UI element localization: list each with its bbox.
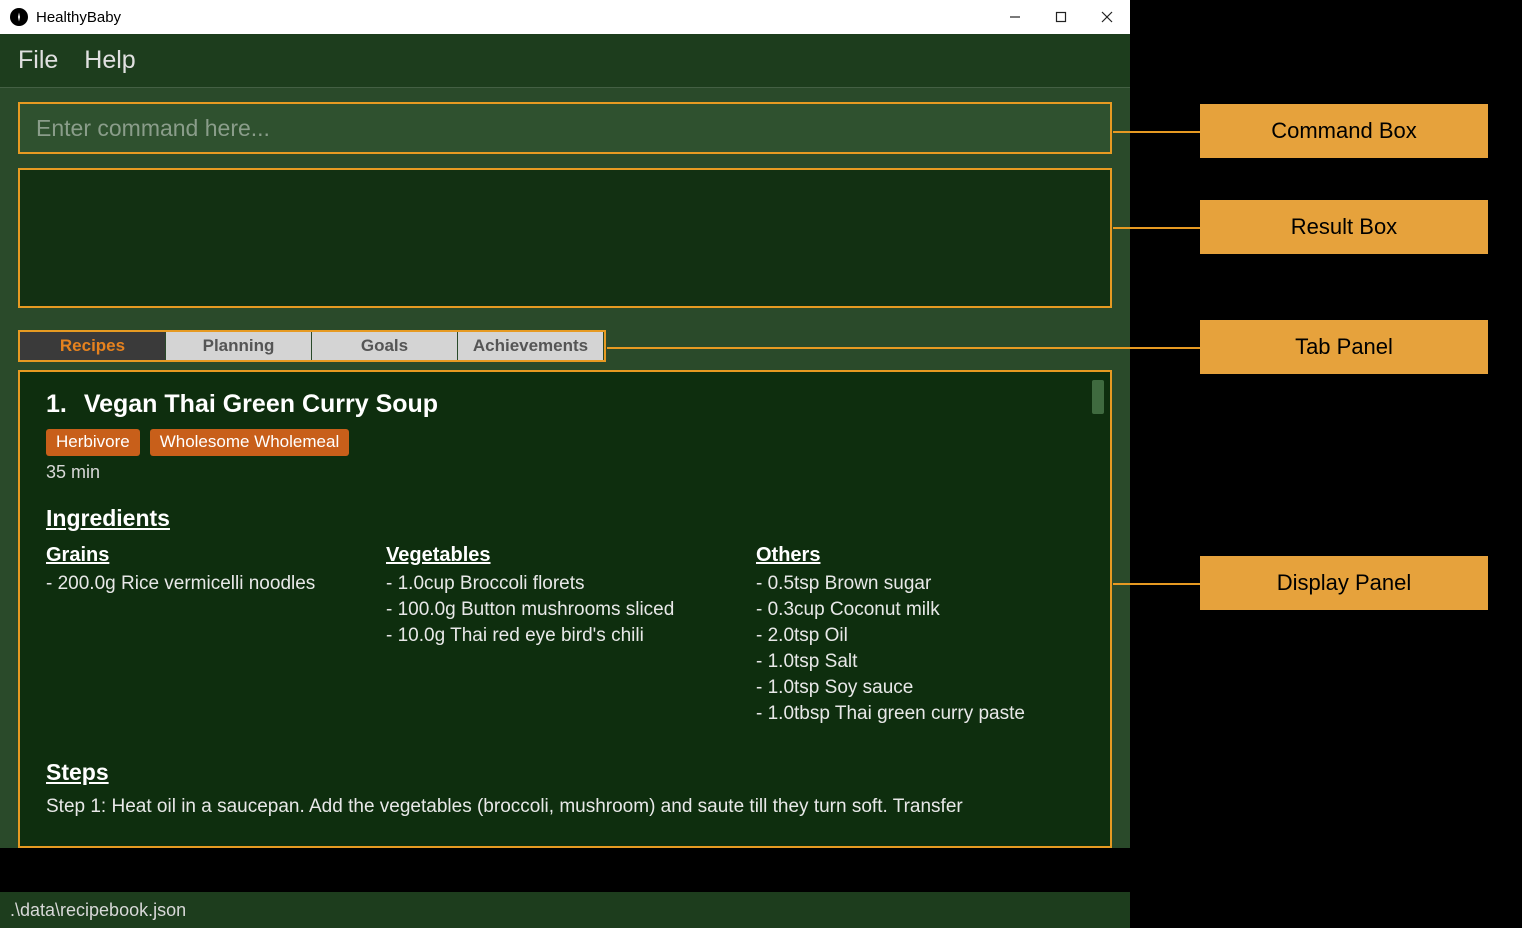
maximize-button[interactable] bbox=[1038, 0, 1084, 34]
vegetables-column: Vegetables - 1.0cup Broccoli florets - 1… bbox=[386, 544, 756, 729]
annotation-line bbox=[1113, 227, 1200, 229]
titlebar: HealthyBaby bbox=[0, 0, 1130, 34]
list-item: - 1.0cup Broccoli florets bbox=[386, 573, 756, 595]
list-item: - 1.0tbsp Thai green curry paste bbox=[756, 703, 1084, 725]
titlebar-left: HealthyBaby bbox=[0, 8, 121, 26]
list-item: - 100.0g Button mushrooms sliced bbox=[386, 599, 756, 621]
ingredients-columns: Grains - 200.0g Rice vermicelli noodles … bbox=[46, 544, 1084, 729]
tab-goals[interactable]: Goals bbox=[312, 332, 458, 360]
annotation-line bbox=[1113, 131, 1200, 133]
annotation-tab-panel: Tab Panel bbox=[1200, 320, 1488, 374]
scrollbar-track[interactable] bbox=[1092, 380, 1104, 838]
compass-icon bbox=[10, 8, 28, 26]
others-heading: Others bbox=[756, 544, 1084, 567]
tab-recipes[interactable]: Recipes bbox=[20, 332, 166, 360]
grains-column: Grains - 200.0g Rice vermicelli noodles bbox=[46, 544, 386, 729]
ingredients-heading: Ingredients bbox=[46, 505, 1084, 532]
minimize-button[interactable] bbox=[992, 0, 1038, 34]
step-1-text: Step 1: Heat oil in a saucepan. Add the … bbox=[46, 794, 1084, 820]
list-item: - 1.0tsp Salt bbox=[756, 651, 1084, 673]
status-bar: .\data\recipebook.json bbox=[0, 892, 1130, 928]
app-window: HealthyBaby File Help Enter command here… bbox=[0, 0, 1130, 848]
result-box bbox=[18, 168, 1112, 308]
vegetables-heading: Vegetables bbox=[386, 544, 756, 567]
annotation-command-box: Command Box bbox=[1200, 104, 1488, 158]
tag-wholemeal: Wholesome Wholemeal bbox=[150, 429, 350, 456]
command-placeholder: Enter command here... bbox=[36, 115, 270, 142]
annotation-line bbox=[607, 347, 1200, 349]
list-item: - 2.0tsp Oil bbox=[756, 625, 1084, 647]
app-title: HealthyBaby bbox=[36, 9, 121, 26]
scrollbar-thumb[interactable] bbox=[1092, 380, 1104, 414]
window-controls bbox=[992, 0, 1130, 34]
grains-heading: Grains bbox=[46, 544, 386, 567]
status-path: .\data\recipebook.json bbox=[10, 900, 186, 921]
list-item: - 10.0g Thai red eye bird's chili bbox=[386, 625, 756, 647]
menubar: File Help bbox=[0, 34, 1130, 88]
recipe-index: 1. bbox=[46, 390, 67, 418]
list-item: - 0.3cup Coconut milk bbox=[756, 599, 1084, 621]
tag-herbivore: Herbivore bbox=[46, 429, 140, 456]
command-input[interactable]: Enter command here... bbox=[18, 102, 1112, 154]
recipe-title-row: 1. Vegan Thai Green Curry Soup bbox=[46, 390, 1084, 419]
tags-row: Herbivore Wholesome Wholemeal bbox=[46, 429, 1084, 456]
annotation-display-panel: Display Panel bbox=[1200, 556, 1488, 610]
list-item: - 0.5tsp Brown sugar bbox=[756, 573, 1084, 595]
menu-file[interactable]: File bbox=[18, 46, 58, 75]
recipe-title: Vegan Thai Green Curry Soup bbox=[84, 390, 438, 418]
annotation-result-box: Result Box bbox=[1200, 200, 1488, 254]
tab-planning[interactable]: Planning bbox=[166, 332, 312, 360]
list-item: - 1.0tsp Soy sauce bbox=[756, 677, 1084, 699]
steps-heading: Steps bbox=[46, 759, 1084, 786]
list-item: - 200.0g Rice vermicelli noodles bbox=[46, 573, 386, 595]
annotation-line bbox=[1113, 583, 1200, 585]
tab-achievements[interactable]: Achievements bbox=[458, 332, 604, 360]
recipe-time: 35 min bbox=[46, 462, 1084, 483]
menu-help[interactable]: Help bbox=[84, 46, 135, 75]
tab-panel: Recipes Planning Goals Achievements bbox=[18, 330, 606, 362]
content-area: Enter command here... Recipes Planning G… bbox=[0, 88, 1130, 848]
others-column: Others - 0.5tsp Brown sugar - 0.3cup Coc… bbox=[756, 544, 1084, 729]
display-panel: 1. Vegan Thai Green Curry Soup Herbivore… bbox=[18, 370, 1112, 848]
close-button[interactable] bbox=[1084, 0, 1130, 34]
